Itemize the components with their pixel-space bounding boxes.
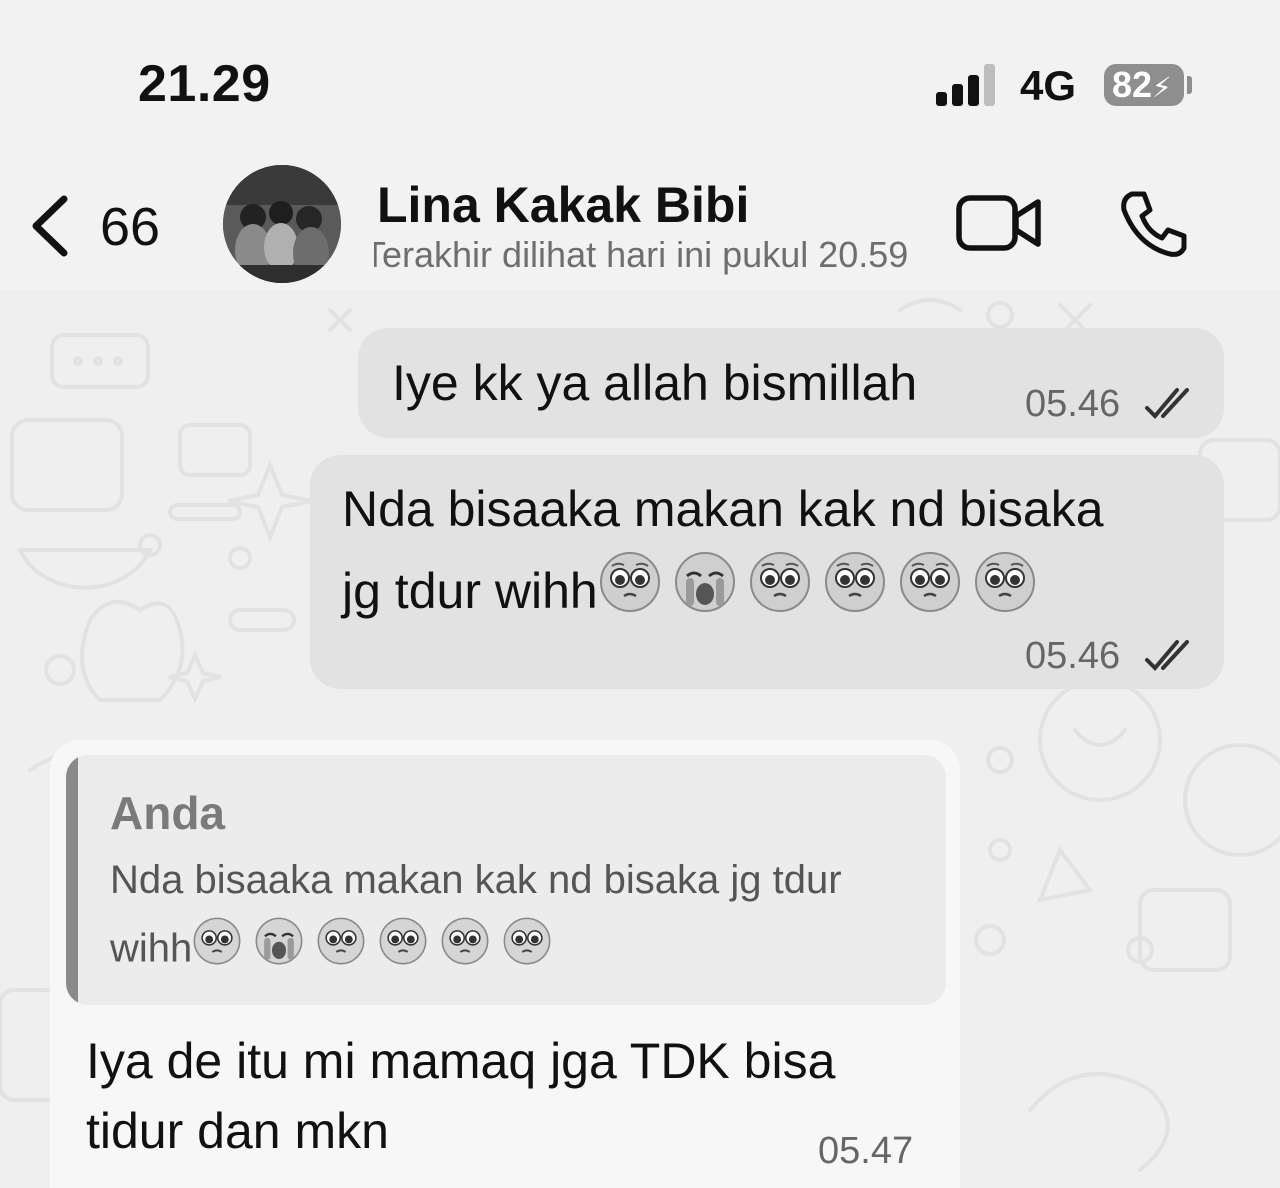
battery-level: 82⚡ (1104, 64, 1184, 106)
message-text-line-1: Iya de itu mi mamaq jga TDK bisa (86, 1033, 836, 1089)
pleading-face-emoji (192, 916, 242, 966)
message-text-line-2: jg tdur wihh (342, 563, 598, 620)
read-receipt-ticks-icon (1145, 388, 1189, 419)
quoted-text-line-2: wihh (110, 926, 193, 971)
battery-cap (1187, 76, 1192, 94)
message-text-line-2-row: jg tdur wihh (342, 550, 1048, 620)
charging-bolt-icon: ⚡ (1152, 72, 1172, 103)
pleading-face-emoji (823, 550, 887, 614)
contact-avatar[interactable] (223, 165, 341, 283)
video-call-icon[interactable] (956, 192, 1042, 254)
pleading-face-emoji (378, 916, 428, 966)
battery-percent: 82 (1112, 64, 1153, 105)
message-text: Iye kk ya allah bismillah (392, 355, 918, 411)
cellular-signal-icon (936, 64, 995, 106)
message-time: 05.46 (1025, 383, 1121, 425)
pleading-face-emoji (973, 550, 1037, 614)
pleading-face-emoji (502, 916, 552, 966)
back-chevron-icon[interactable] (26, 193, 74, 259)
loudly-crying-face-emoji (254, 916, 304, 966)
pleading-face-emoji (440, 916, 490, 966)
network-type-label: 4G (1020, 62, 1077, 109)
message-text-line-1: Nda bisaaka makan kak nd bisaka (342, 481, 1104, 537)
loudly-crying-face-emoji (673, 550, 737, 614)
last-seen-status: Terakhir dilihat hari ini pukul 20.59 (374, 234, 909, 275)
message-time: 05.47 (818, 1130, 914, 1172)
quoted-author: Anda (110, 787, 225, 839)
message-time: 05.46 (1025, 635, 1121, 677)
pleading-face-emoji (316, 916, 366, 966)
quoted-text-line-2-row: wihh (110, 916, 564, 972)
quote-accent-bar (66, 755, 78, 1005)
message-text-line-2: tidur dan mkn (86, 1103, 389, 1159)
pleading-face-emoji (748, 550, 812, 614)
avatar-photo (223, 165, 341, 283)
quoted-text-line-1: Nda bisaaka makan kak nd bisaka jg tdur (110, 858, 842, 902)
pleading-face-emoji (898, 550, 962, 614)
unread-chats-count[interactable]: 66 (100, 196, 160, 258)
read-receipt-ticks-icon (1145, 640, 1189, 671)
pleading-face-emoji (598, 550, 662, 614)
contact-name[interactable]: Lina Kakak Bibi (377, 176, 749, 234)
status-time: 21.29 (138, 55, 271, 113)
voice-call-icon[interactable] (1118, 188, 1190, 260)
